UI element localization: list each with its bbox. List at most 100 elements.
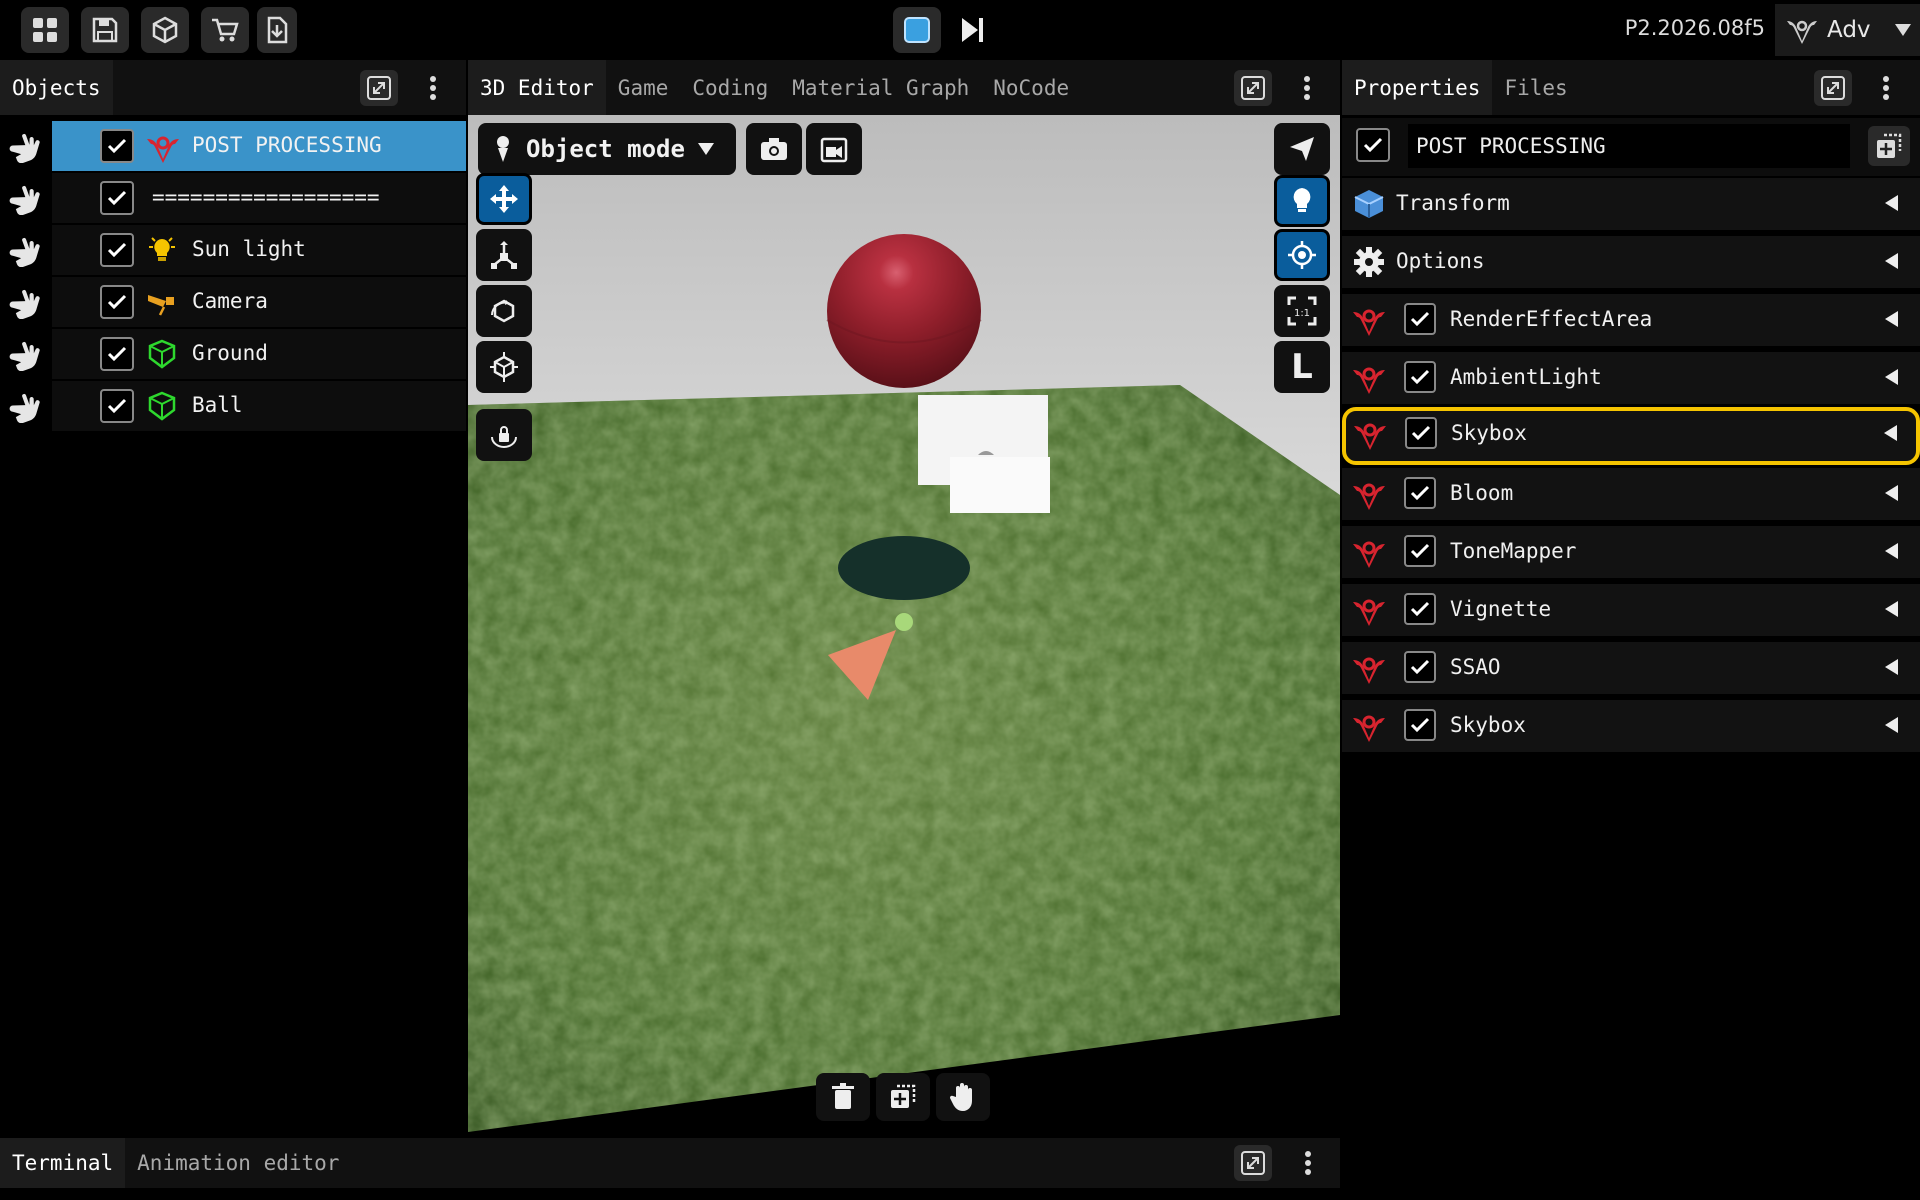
tab-properties[interactable]: Properties [1342, 60, 1493, 115]
section-transform[interactable]: Transform [1342, 178, 1920, 230]
object-visible-checkbox[interactable] [100, 233, 134, 267]
focus-target-button[interactable] [1274, 229, 1330, 281]
collapse-arrow-icon [1885, 659, 1898, 675]
scale-tool-button[interactable] [476, 229, 532, 281]
rotate-tool-button[interactable] [476, 285, 532, 337]
component-enabled-checkbox[interactable] [1404, 593, 1436, 625]
step-forward-button[interactable] [948, 7, 996, 53]
light-toggle-button[interactable] [1274, 175, 1330, 227]
component-enabled-checkbox[interactable] [1404, 361, 1436, 393]
more-options-icon[interactable] [1296, 1145, 1320, 1181]
component-enabled-checkbox[interactable] [1404, 477, 1436, 509]
object-row-body[interactable]: Camera [52, 277, 466, 327]
camera-snapshot-button[interactable] [746, 123, 802, 175]
tab-nocode[interactable]: NoCode [981, 60, 1081, 115]
object-row-body[interactable]: ================== [52, 173, 466, 223]
component-row[interactable]: Skybox [1342, 700, 1920, 752]
object-visible-checkbox[interactable] [100, 337, 134, 371]
tab-files[interactable]: Files [1492, 60, 1579, 115]
drag-handle-icon[interactable] [8, 339, 44, 372]
more-options-icon[interactable] [1295, 70, 1319, 106]
object-row[interactable]: Ball [0, 381, 466, 431]
more-options-icon[interactable] [1874, 70, 1898, 106]
add-component-icon [1877, 133, 1902, 158]
transform-cube-icon [1354, 190, 1384, 218]
cart-icon[interactable] [201, 7, 249, 53]
checkmark-icon [107, 138, 127, 154]
section-options[interactable]: Options [1342, 236, 1920, 288]
object-row[interactable]: Ground [0, 329, 466, 379]
component-row[interactable]: Vignette [1342, 584, 1920, 636]
lock-pivot-button[interactable] [476, 409, 532, 461]
tab-objects[interactable]: Objects [0, 60, 113, 115]
component-enabled-checkbox[interactable] [1404, 709, 1436, 741]
expand-icon[interactable] [1234, 1145, 1272, 1181]
post-processing-icon [1352, 652, 1386, 684]
tab-3d-editor[interactable]: 3D Editor [468, 60, 606, 115]
camera-view-button[interactable] [806, 123, 862, 175]
transform-tool-button[interactable] [476, 341, 532, 393]
object-row-body[interactable]: Ball [52, 381, 466, 431]
save-icon[interactable] [81, 7, 129, 53]
drag-handle-icon[interactable] [8, 235, 44, 268]
cursor-icon [1290, 137, 1314, 161]
add-component-button[interactable] [1868, 126, 1910, 166]
tab-game[interactable]: Game [606, 60, 681, 115]
local-space-button[interactable]: L [1274, 341, 1330, 393]
component-row[interactable]: AmbientLight [1342, 352, 1920, 404]
grab-button[interactable] [936, 1073, 990, 1121]
object-row[interactable]: Camera [0, 277, 466, 327]
move-tool-button[interactable] [476, 173, 532, 225]
object-name-input[interactable]: POST PROCESSING [1408, 124, 1850, 168]
drag-handle-icon[interactable] [8, 287, 44, 320]
tab-coding[interactable]: Coding [680, 60, 780, 115]
expand-icon[interactable] [360, 70, 398, 106]
object-row[interactable]: ================== [0, 173, 466, 223]
object-row[interactable]: POST PROCESSING [0, 121, 466, 171]
expand-icon[interactable] [1814, 70, 1852, 106]
grid-icon[interactable] [21, 7, 69, 53]
editor-header: 3D Editor Game Coding Material Graph NoC… [468, 60, 1340, 115]
transform-cube-icon [490, 352, 518, 382]
component-row[interactable]: Bloom [1342, 468, 1920, 520]
object-mode-dropdown[interactable]: Object mode [478, 123, 736, 175]
expand-icon[interactable] [1234, 70, 1272, 106]
object-row-body[interactable]: Sun light [52, 225, 466, 275]
object-visible-checkbox[interactable] [100, 129, 134, 163]
tab-terminal[interactable]: Terminal [0, 1138, 126, 1188]
object-row-body[interactable]: Ground [52, 329, 466, 379]
drag-handle-icon[interactable] [8, 131, 44, 164]
component-row[interactable]: RenderEffectArea [1342, 294, 1920, 346]
drag-handle-icon[interactable] [8, 391, 44, 424]
tab-animation-editor[interactable]: Animation editor [125, 1138, 351, 1188]
camera-icon [761, 138, 787, 160]
component-enabled-checkbox[interactable] [1405, 417, 1437, 449]
download-icon[interactable] [257, 7, 297, 53]
object-visible-checkbox[interactable] [100, 181, 134, 215]
top-toolbar: P2.2026.08f5 Adv [0, 0, 1920, 58]
component-enabled-checkbox[interactable] [1404, 651, 1436, 683]
actual-size-button[interactable]: 1:1 [1274, 285, 1330, 337]
object-row[interactable]: Sun light [0, 225, 466, 275]
object-enabled-checkbox[interactable] [1356, 128, 1390, 162]
component-row[interactable]: ToneMapper [1342, 526, 1920, 578]
object-row-body[interactable]: POST PROCESSING [52, 121, 466, 171]
more-options-icon[interactable] [421, 70, 445, 106]
select-tool-button[interactable] [1274, 123, 1330, 175]
object-visible-checkbox[interactable] [100, 389, 134, 423]
adv-dropdown[interactable]: Adv [1775, 4, 1920, 56]
component-row[interactable]: SSAO [1342, 642, 1920, 694]
tab-material-graph[interactable]: Material Graph [780, 60, 981, 115]
3d-viewport[interactable]: Object mode 1:1 L [468, 115, 1340, 1132]
component-enabled-checkbox[interactable] [1404, 535, 1436, 567]
duplicate-button[interactable] [876, 1073, 930, 1121]
delete-button[interactable] [816, 1073, 870, 1121]
object-visible-checkbox[interactable] [100, 285, 134, 319]
component-enabled-checkbox[interactable] [1404, 303, 1436, 335]
target-icon [1288, 241, 1316, 269]
bulb-icon [146, 235, 178, 265]
cube-icon[interactable] [141, 7, 189, 53]
drag-handle-icon[interactable] [8, 183, 44, 216]
component-row[interactable]: Skybox [1342, 407, 1920, 465]
stop-button[interactable] [893, 7, 941, 53]
